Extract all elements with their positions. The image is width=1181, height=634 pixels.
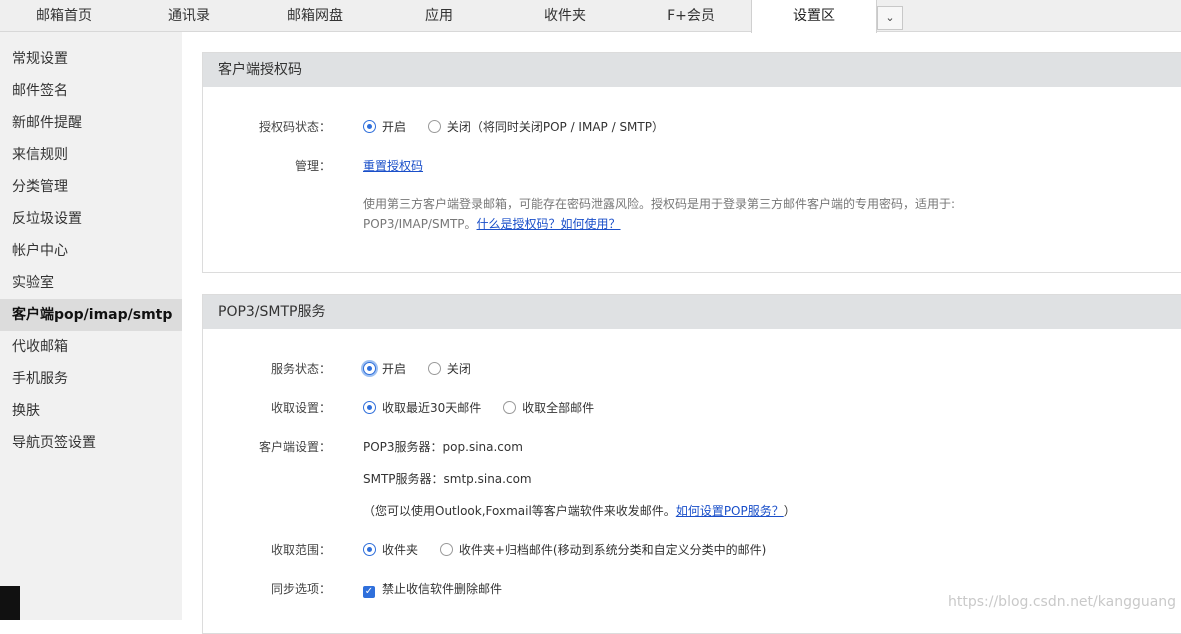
client-note-text: （您可以使用Outlook,Foxmail等客户端软件来收发邮件。 <box>363 504 676 518</box>
range-archive-label: 收件夹+归档邮件(移动到系统分类和自定义分类中的邮件) <box>458 543 767 557</box>
auth-desc-line2: POP3/IMAP/SMTP。什么是授权码？如何使用？ <box>363 214 955 234</box>
tab-netdisk[interactable]: 邮箱网盘 <box>250 0 380 32</box>
auth-status-on-label: 开启 <box>382 120 407 134</box>
auth-description: 使用第三方客户端登录邮箱，可能存在密码泄露风险。授权码是用于登录第三方邮件客户端… <box>363 194 955 234</box>
what-is-auth-code-link[interactable]: 什么是授权码？如何使用？ <box>477 217 621 231</box>
radio-on-icon[interactable] <box>363 120 376 133</box>
sync-option-text: 禁止收信软件删除邮件 <box>382 582 503 596</box>
sidebar-item-general[interactable]: 常规设置 <box>0 43 182 75</box>
auth-status-label: 授权码状态： <box>258 120 331 134</box>
radio-on-icon[interactable] <box>363 362 376 375</box>
fetch-setting-label: 收取设置： <box>270 401 331 415</box>
checkbox-checked-icon[interactable]: ✓ <box>363 586 375 598</box>
tab-contacts[interactable]: 通讯录 <box>128 0 250 32</box>
auth-desc-line1: 使用第三方客户端登录邮箱，可能存在密码泄露风险。授权码是用于登录第三方邮件客户端… <box>363 197 956 211</box>
radio-off-icon[interactable] <box>503 401 517 414</box>
sidebar-item-nav-tabs[interactable]: 导航页签设置 <box>0 427 182 459</box>
tab-mail-home[interactable]: 邮箱首页 <box>0 0 128 32</box>
sidebar-item-mail-rules[interactable]: 来信规则 <box>0 139 182 171</box>
sidebar-item-anti-spam[interactable]: 反垃圾设置 <box>0 203 182 235</box>
auth-status-off-label: 关闭（将同时关闭POP / IMAP / SMTP） <box>446 120 664 134</box>
how-to-setup-pop-link[interactable]: 如何设置POP服务？ <box>676 504 784 518</box>
radio-off-icon[interactable] <box>427 362 441 375</box>
fetch-30-option[interactable]: 收取最近30天邮件 <box>363 401 481 415</box>
smtp-server-text: SMTP服务器：smtp.sina.com <box>363 472 532 486</box>
fetch-all-option[interactable]: 收取全部邮件 <box>503 401 594 415</box>
fetch-30-label: 收取最近30天邮件 <box>382 401 482 415</box>
service-off-option[interactable]: 关闭 <box>427 362 471 376</box>
service-off-label: 关闭 <box>446 362 471 376</box>
panel-title: 客户端授权码 <box>203 53 1181 87</box>
fetch-setting-options: 收取最近30天邮件 收取全部邮件 <box>363 399 612 416</box>
service-status-label: 服务状态： <box>270 362 331 376</box>
sidebar-item-lab[interactable]: 实验室 <box>0 267 182 299</box>
reset-auth-code-link[interactable]: 重置授权码 <box>363 159 423 173</box>
range-archive-option[interactable]: 收件夹+归档邮件(移动到系统分类和自定义分类中的邮件) <box>439 543 767 557</box>
sidebar-item-client-pop[interactable]: 客户端pop/imap/smtp <box>0 299 182 331</box>
auth-status-off-option[interactable]: 关闭（将同时关闭POP / IMAP / SMTP） <box>427 120 664 134</box>
client-note: （您可以使用Outlook,Foxmail等客户端软件来收发邮件。如何设置POP… <box>363 502 796 519</box>
radio-off-icon[interactable] <box>427 120 441 133</box>
tab-vip[interactable]: F+会员 <box>632 0 750 32</box>
service-on-option[interactable]: 开启 <box>363 362 406 376</box>
chevron-down-icon[interactable]: ⌄ <box>877 6 903 30</box>
client-setting-label: 客户端设置： <box>258 440 331 454</box>
sidebar-item-mobile[interactable]: 手机服务 <box>0 363 182 395</box>
pop-smtp-panel: POP3/SMTP服务 服务状态： 开启 关闭 收取设置： 收取最近30天邮件 … <box>202 294 1181 634</box>
radio-on-icon[interactable] <box>363 543 376 556</box>
manage-label: 管理： <box>294 159 331 173</box>
manage-value: 重置授权码 <box>363 157 423 174</box>
panel-title: POP3/SMTP服务 <box>203 295 1181 329</box>
sidebar-item-signature[interactable]: 邮件签名 <box>0 75 182 107</box>
sidebar-item-skin[interactable]: 换肤 <box>0 395 182 427</box>
auth-desc-line2-text: POP3/IMAP/SMTP。 <box>363 217 477 231</box>
settings-sidebar: 常规设置 邮件签名 新邮件提醒 来信规则 分类管理 反垃圾设置 帐户中心 实验室… <box>0 32 182 620</box>
range-inbox-label: 收件夹 <box>382 543 419 557</box>
sidebar-item-fetch-mailbox[interactable]: 代收邮箱 <box>0 331 182 363</box>
client-note-close: ） <box>783 504 796 518</box>
fetch-all-label: 收取全部邮件 <box>522 401 595 415</box>
fetch-range-options: 收件夹 收件夹+归档邮件(移动到系统分类和自定义分类中的邮件) <box>363 541 784 558</box>
sidebar-item-account-center[interactable]: 帐户中心 <box>0 235 182 267</box>
corner-block <box>0 586 20 620</box>
tab-settings[interactable]: 设置区 <box>751 0 877 33</box>
pop3-server-text: POP3服务器：pop.sina.com <box>363 440 523 454</box>
watermark: https://blog.csdn.net/kangguang <box>948 594 1177 610</box>
range-inbox-option[interactable]: 收件夹 <box>363 543 418 557</box>
sync-option[interactable]: ✓ 禁止收信软件删除邮件 <box>363 580 502 598</box>
fetch-range-label: 收取范围： <box>270 543 331 557</box>
auth-status-on-option[interactable]: 开启 <box>363 120 406 134</box>
tab-inbox[interactable]: 收件夹 <box>498 0 632 32</box>
auth-status-options: 开启 关闭（将同时关闭POP / IMAP / SMTP） <box>363 118 682 135</box>
sidebar-item-categories[interactable]: 分类管理 <box>0 171 182 203</box>
radio-on-icon[interactable] <box>363 401 376 414</box>
service-on-label: 开启 <box>382 362 407 376</box>
sync-option-label: 同步选项： <box>270 582 331 596</box>
service-status-options: 开启 关闭 <box>363 360 489 377</box>
radio-off-icon[interactable] <box>439 543 453 556</box>
top-nav: 邮箱首页 通讯录 邮箱网盘 应用 收件夹 F+会员 设置区 ⌄ <box>0 0 1181 33</box>
auth-code-panel: 客户端授权码 授权码状态： 开启 关闭（将同时关闭POP / IMAP / SM… <box>202 52 1181 273</box>
tab-apps[interactable]: 应用 <box>380 0 498 32</box>
sidebar-item-new-mail-alert[interactable]: 新邮件提醒 <box>0 107 182 139</box>
